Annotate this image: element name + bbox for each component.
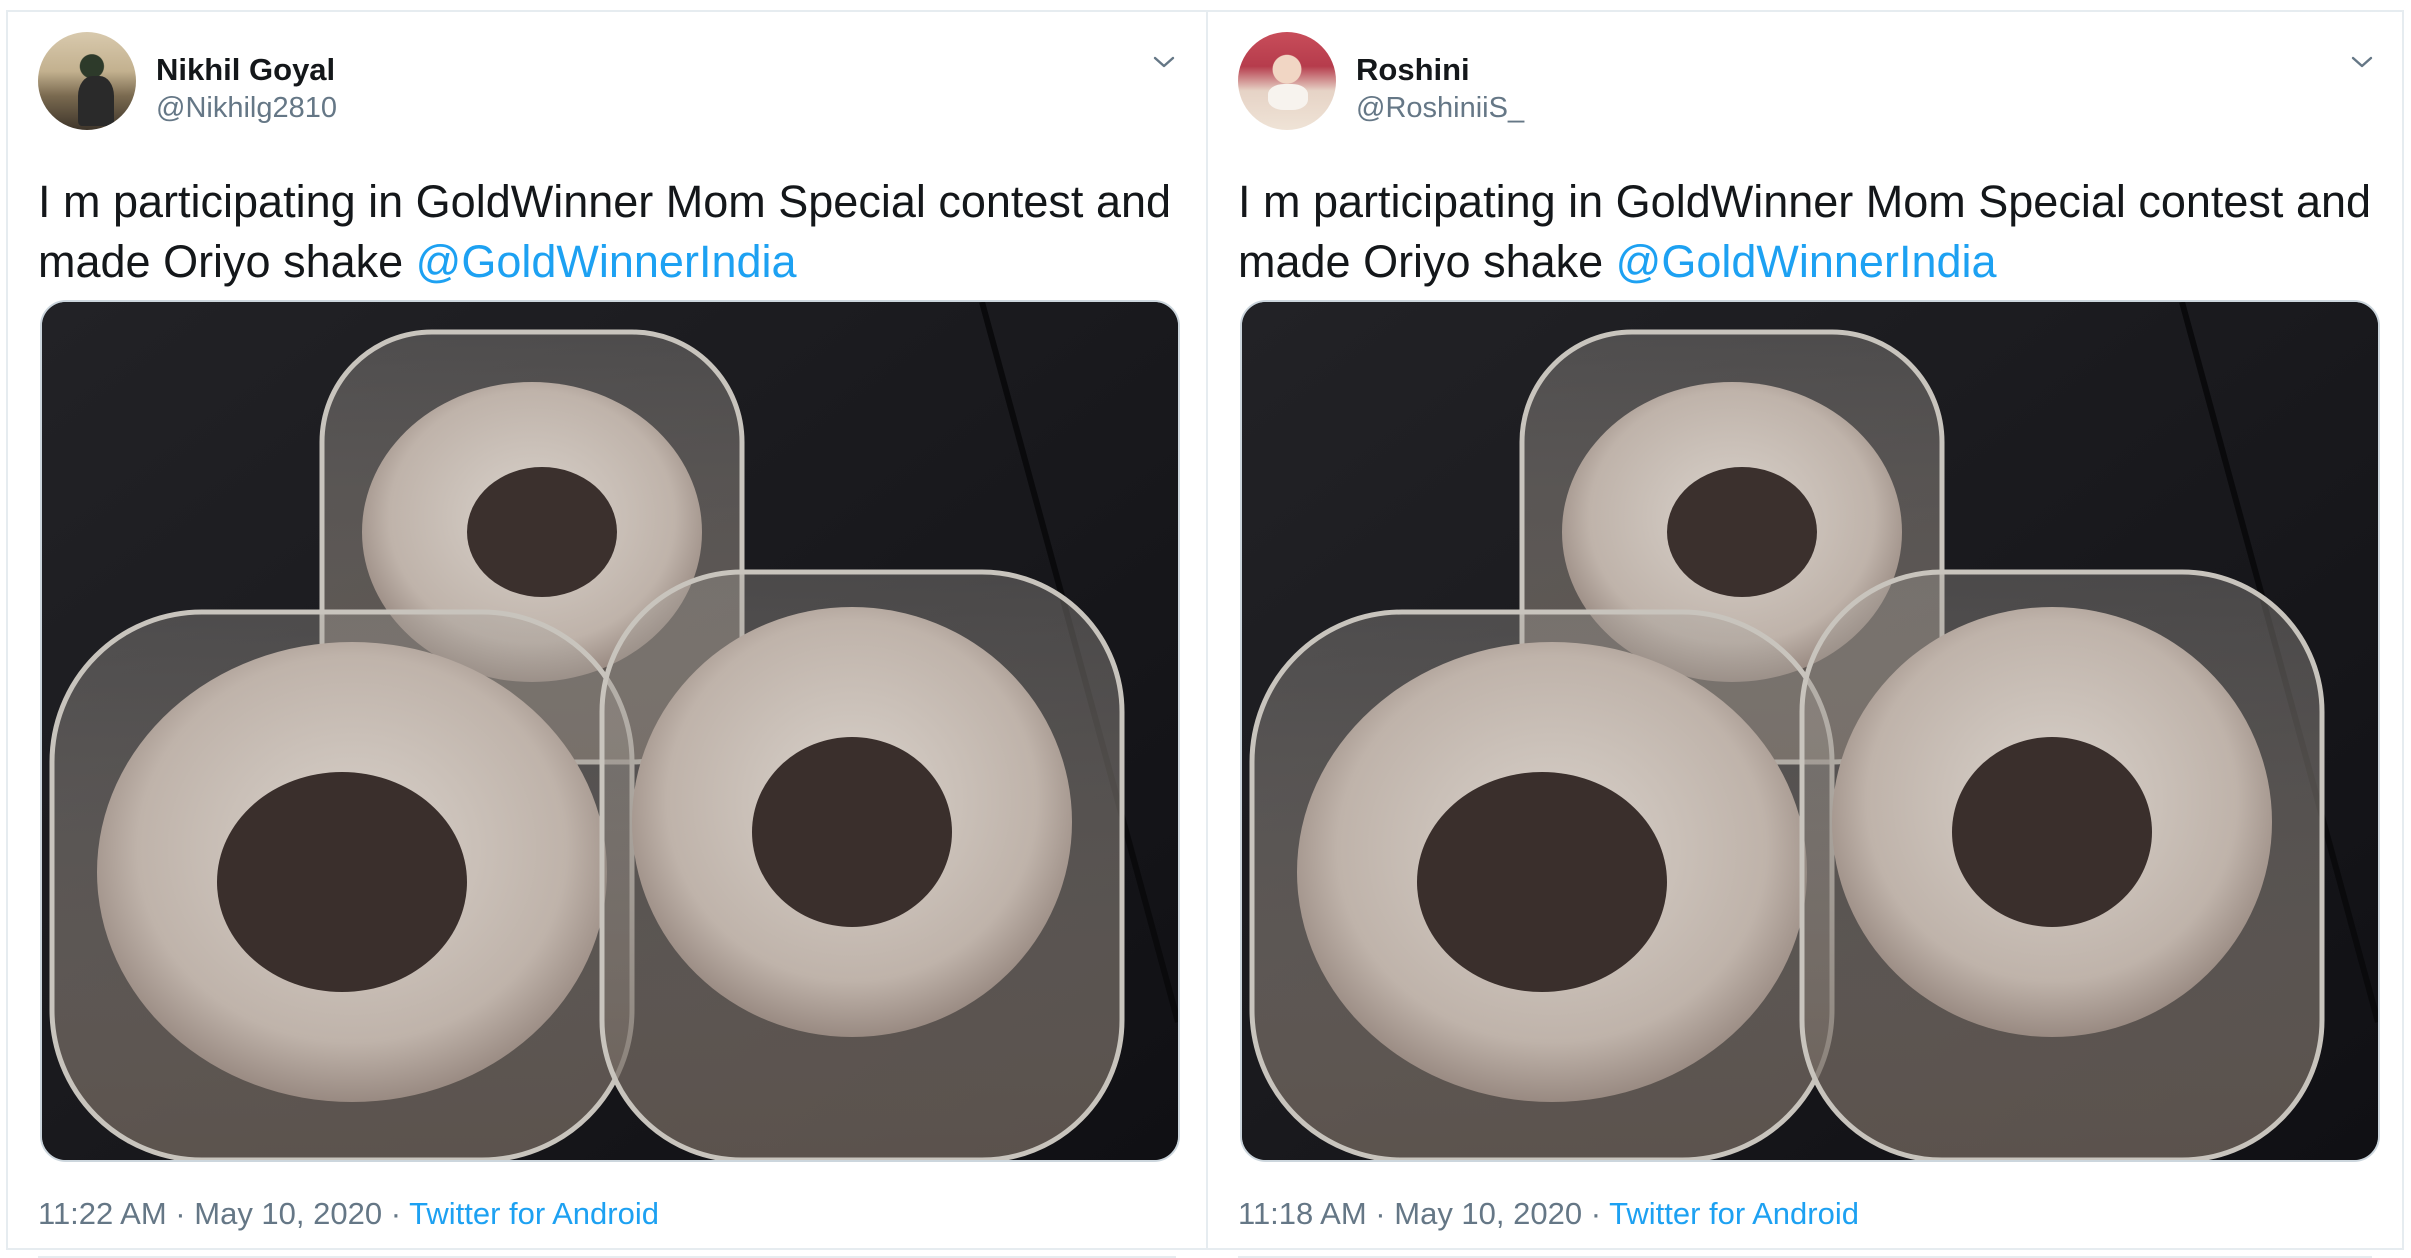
tweet-meta: 11:18 AM · May 10, 2020 · Twitter for An…: [1238, 1196, 1859, 1232]
tweet-meta: 11:22 AM · May 10, 2020 · Twitter for An…: [38, 1196, 659, 1232]
chevron-down-icon[interactable]: [2350, 50, 2374, 74]
tweet-text: I m participating in GoldWinner Mom Spec…: [38, 172, 1188, 292]
tweet-date[interactable]: May 10, 2020: [194, 1196, 382, 1231]
tweet-card-left: Nikhil Goyal @Nikhilg2810 I m participat…: [6, 10, 1208, 1258]
avatar[interactable]: [38, 32, 136, 130]
tweet-date[interactable]: May 10, 2020: [1394, 1196, 1582, 1231]
tweet-time[interactable]: 11:18 AM: [1238, 1196, 1367, 1231]
user-handle[interactable]: @RoshiniiS_: [1356, 92, 1524, 125]
avatar-mask: [1268, 84, 1308, 110]
display-name[interactable]: Roshini: [1356, 52, 1470, 88]
chevron-down-icon[interactable]: [1152, 50, 1176, 74]
shake-glasses-image: [1242, 302, 2378, 1160]
meta-separator: ·: [382, 1196, 410, 1231]
shake-glasses-image: [42, 302, 1178, 1160]
meta-separator: ·: [1366, 1196, 1395, 1231]
tweet-time[interactable]: 11:22 AM: [38, 1196, 167, 1231]
user-handle[interactable]: @Nikhilg2810: [156, 92, 337, 125]
tweet-text: I m participating in GoldWinner Mom Spec…: [1238, 172, 2388, 292]
tweet-photo[interactable]: [40, 300, 1180, 1162]
avatar[interactable]: [1238, 32, 1336, 130]
mention-link[interactable]: @GoldWinnerIndia: [416, 236, 797, 287]
meta-separator: ·: [166, 1196, 195, 1231]
mention-link[interactable]: @GoldWinnerIndia: [1616, 236, 1997, 287]
tweet-card-right: Roshini @RoshiniiS_ I m participating in…: [1206, 10, 2404, 1258]
tweet-source-link[interactable]: Twitter for Android: [409, 1196, 659, 1231]
tweet-source-link[interactable]: Twitter for Android: [1609, 1196, 1859, 1231]
display-name[interactable]: Nikhil Goyal: [156, 52, 335, 88]
tweet-photo[interactable]: [1240, 300, 2380, 1162]
avatar-figure: [78, 76, 114, 126]
meta-separator: ·: [1582, 1196, 1610, 1231]
